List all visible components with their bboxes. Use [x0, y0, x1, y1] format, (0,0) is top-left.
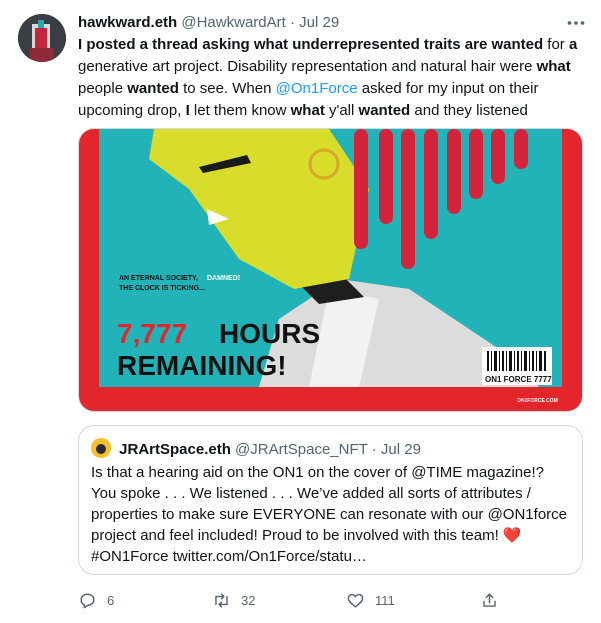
author-avatar-image — [18, 14, 66, 62]
retweet-count: 32 — [241, 592, 256, 608]
reply-count: 6 — [107, 592, 115, 608]
reply-icon — [80, 592, 95, 608]
retweet-icon — [215, 592, 228, 608]
more-dots-icon — [567, 21, 585, 25]
mention-link[interactable]: @On1Force — [276, 80, 358, 97]
tweet-actions-bar: 6 32 111 — [78, 584, 583, 616]
quoted-tweet-date: Jul 29 — [380, 441, 421, 458]
more-options-button[interactable] — [563, 10, 589, 36]
share-icon — [483, 592, 496, 607]
quoted-tweet-text: Is that a hearing aid on the ON1 on the … — [91, 464, 567, 565]
author-name[interactable]: hawkward.eth — [78, 14, 177, 31]
quoted-tweet-card[interactable]: JRArtSpace.eth @JRArtSpace_NFT · Jul 29 … — [78, 425, 583, 575]
retweet-button[interactable]: 32 — [212, 584, 255, 616]
heart-icon — [347, 593, 364, 608]
heart-emoji: ❤️ — [502, 527, 522, 544]
share-button[interactable] — [480, 584, 509, 616]
like-button[interactable]: 111 — [346, 584, 395, 616]
tweet-media-image[interactable]: AN ETERNAL SOCIETY, DAMNED! THE CLOCK IS… — [78, 128, 583, 412]
cover-headline-line-1: AN ETERNAL SOCIETY, — [119, 275, 198, 282]
quoted-header-separator: · — [371, 441, 377, 458]
quoted-author-avatar — [91, 438, 111, 458]
tweet-text: I posted a thread asking what underrepre… — [78, 36, 578, 119]
cover-footer-url: ON1FORCE.COM — [517, 398, 558, 404]
cover-barcode-label: ON1 FORCE 7777 — [485, 375, 552, 384]
like-count: 111 — [375, 592, 395, 608]
reply-button[interactable]: 6 — [78, 584, 114, 616]
quoted-tweet-header: JRArtSpace.eth @JRArtSpace_NFT · Jul 29 — [91, 438, 421, 458]
magazine-cover-illustration: AN ETERNAL SOCIETY, DAMNED! THE CLOCK IS… — [79, 129, 582, 411]
quoted-author-name: JRArtSpace.eth — [119, 441, 231, 458]
cover-big-hours: HOURS — [219, 318, 320, 349]
cover-headline-line-2: THE CLOCK IS TICKING... — [119, 285, 205, 292]
author-avatar[interactable] — [18, 14, 66, 62]
cover-headline-damned: DAMNED! — [207, 275, 240, 282]
cover-big-remaining: REMAINING! — [117, 350, 287, 381]
author-handle[interactable]: @HawkwardArt — [181, 14, 285, 31]
quoted-author-handle: @JRArtSpace_NFT — [235, 441, 368, 458]
quoted-avatar-image — [91, 438, 111, 458]
header-separator: · — [289, 14, 295, 31]
cover-big-number: 7,777 — [117, 318, 187, 349]
tweet-date[interactable]: Jul 29 — [299, 14, 339, 31]
tweet-header: hawkward.eth @HawkwardArt · Jul 29 — [78, 12, 589, 34]
